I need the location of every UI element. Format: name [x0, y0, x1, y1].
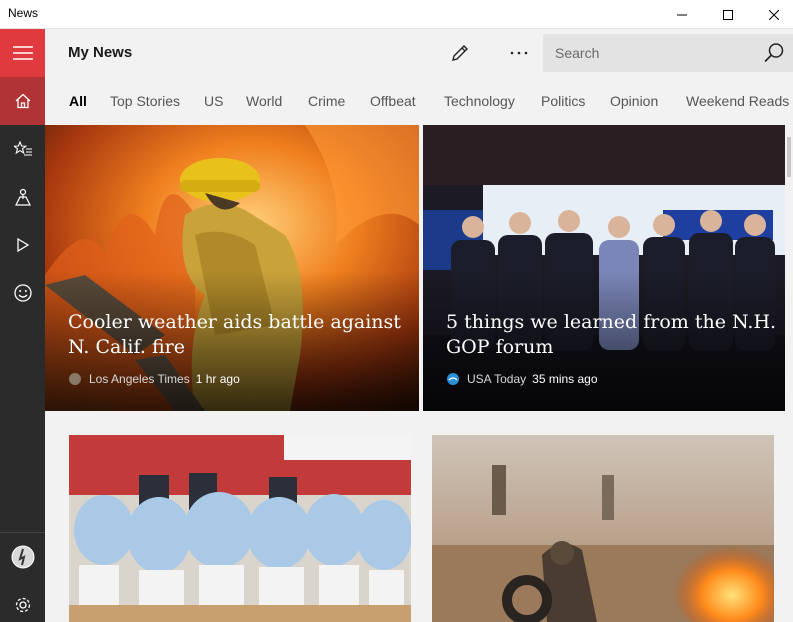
- minimize-button[interactable]: [659, 0, 705, 29]
- tab-crime[interactable]: Crime: [308, 93, 345, 109]
- story-headline[interactable]: Cooler weather aids battle against N. Ca…: [68, 310, 408, 360]
- more-options-button[interactable]: [501, 37, 537, 69]
- story-card-gop[interactable]: 5 things we learned from the N.H. GOP fo…: [423, 125, 785, 411]
- story-source: USA Today: [467, 372, 527, 386]
- scrollbar[interactable]: [785, 125, 793, 622]
- home-icon: [15, 93, 30, 109]
- settings-button[interactable]: [0, 581, 45, 622]
- story-card-protest[interactable]: [432, 435, 774, 622]
- tab-all[interactable]: All: [69, 93, 87, 109]
- video-icon: [16, 238, 29, 252]
- story-headline[interactable]: 5 things we learned from the N.H. GOP fo…: [446, 310, 785, 360]
- search-icon: [764, 43, 784, 63]
- category-tabs: All Top Stories US World Crime Offbeat T…: [45, 77, 793, 125]
- pencil-icon: [452, 45, 468, 61]
- tab-politics[interactable]: Politics: [541, 93, 585, 109]
- sidebar-item-interests[interactable]: [0, 125, 45, 173]
- maximize-icon: [723, 9, 733, 20]
- scroll-thumb[interactable]: [787, 137, 791, 177]
- menu-button[interactable]: [0, 29, 45, 77]
- search-button[interactable]: [763, 42, 785, 68]
- tab-us[interactable]: US: [204, 93, 223, 109]
- interests-star-icon: [13, 141, 32, 156]
- page-title: My News: [68, 44, 133, 61]
- source-logo-icon: [447, 373, 459, 385]
- search-box[interactable]: Search: [543, 34, 793, 72]
- sidebar-item-home[interactable]: [0, 77, 45, 125]
- local-icon: [14, 188, 31, 206]
- tab-top-stories[interactable]: Top Stories: [110, 93, 180, 109]
- close-icon: [769, 9, 779, 20]
- tab-offbeat[interactable]: Offbeat: [370, 93, 416, 109]
- header: My News Search: [45, 29, 793, 77]
- maximize-button[interactable]: [705, 0, 751, 29]
- tab-technology[interactable]: Technology: [444, 93, 515, 109]
- sidebar: [0, 29, 45, 622]
- edit-button[interactable]: [442, 37, 478, 69]
- window-title: News: [8, 6, 39, 20]
- tab-opinion[interactable]: Opinion: [610, 93, 658, 109]
- sidebar-item-local[interactable]: [0, 173, 45, 221]
- sidebar-item-video[interactable]: [0, 221, 45, 269]
- title-bar: News: [0, 0, 793, 29]
- story-card-fire[interactable]: Cooler weather aids battle against N. Ca…: [45, 125, 419, 411]
- story-meta: USA Today 35 mins ago: [446, 372, 598, 386]
- protest-fire-photo: [432, 435, 774, 622]
- settings-icon: [15, 597, 30, 613]
- minimize-icon: [677, 14, 687, 15]
- story-source: Los Angeles Times: [89, 372, 190, 386]
- source-logo-icon: [69, 373, 81, 385]
- account-button[interactable]: [0, 533, 45, 581]
- hamburger-icon: [12, 46, 33, 60]
- news-app-window: News My News Search All Top Stories US W…: [0, 0, 793, 622]
- search-input[interactable]: Search: [555, 45, 599, 61]
- baseball-team-photo: [69, 435, 411, 622]
- smiley-icon: [13, 284, 32, 302]
- story-card-baseball[interactable]: [69, 435, 411, 622]
- close-button[interactable]: [751, 0, 793, 29]
- tab-weekend-reads[interactable]: Weekend Reads: [686, 93, 789, 109]
- story-time: 35 mins ago: [532, 372, 598, 386]
- avatar-icon: [11, 545, 34, 569]
- sidebar-item-fun[interactable]: [0, 269, 45, 317]
- tab-world[interactable]: World: [246, 93, 282, 109]
- ellipsis-icon: [510, 51, 528, 55]
- story-meta: Los Angeles Times 1 hr ago: [68, 372, 240, 386]
- story-time: 1 hr ago: [195, 372, 240, 386]
